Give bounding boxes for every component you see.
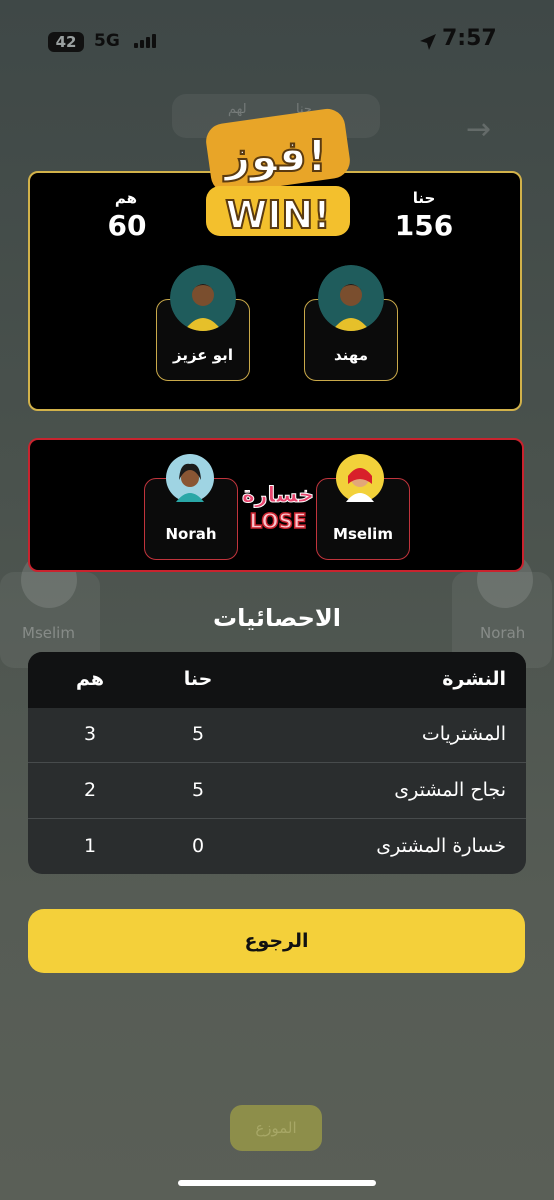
stats-title: الاحصائيات: [213, 604, 341, 632]
row-them-value: 2: [83, 779, 97, 801]
battery-indicator: 42: [48, 32, 84, 52]
player-avatar-icon: [336, 454, 384, 502]
network-label: 5G: [94, 31, 120, 51]
status-bar: 42 5G 7:57: [0, 0, 554, 80]
lose-badge-en: LOSE: [249, 509, 306, 533]
back-button[interactable]: الرجوع: [28, 909, 525, 973]
row-them-value: 1: [83, 835, 97, 857]
location-arrow-icon: [420, 34, 436, 50]
header-us: حنا: [183, 668, 213, 690]
us-label: حنا: [412, 189, 436, 207]
row-us-value: 5: [191, 723, 205, 745]
player-avatar-icon: [318, 265, 384, 331]
stats-table-header: النشرة حنا هم: [28, 652, 526, 708]
player-avatar-icon: [166, 454, 214, 502]
us-score: 156: [394, 209, 454, 242]
lose-badge-ar: خسارة: [242, 483, 314, 508]
signal-icon: [134, 34, 158, 48]
row-label: المشتريات: [421, 723, 506, 745]
row-us-value: 0: [191, 835, 205, 857]
row-them-value: 3: [83, 723, 97, 745]
header-label: النشرة: [442, 668, 506, 690]
forward-arrow-icon: →: [466, 112, 492, 147]
clock: 7:57: [442, 26, 497, 51]
them-score: 60: [107, 209, 147, 242]
win-badge-ar: فوز!: [223, 131, 327, 182]
player-name: ابو عزيز: [173, 346, 233, 364]
stats-table: النشرة حنا هم المشتريات 5 3 نجاح المشترى…: [28, 652, 526, 874]
row-label: خسارة المشترى: [376, 835, 506, 857]
header-them: هم: [75, 668, 105, 690]
them-label: هم: [114, 189, 138, 207]
row-us-value: 5: [191, 779, 205, 801]
row-divider: [28, 762, 526, 763]
player-avatar-icon: [170, 265, 236, 331]
win-badge-icon: فوز! WIN!: [206, 108, 350, 238]
row-divider: [28, 818, 526, 819]
home-indicator[interactable]: [178, 1180, 376, 1186]
player-name: Mselim: [333, 525, 393, 543]
row-label: نجاح المشترى: [394, 779, 506, 801]
distributor-button[interactable]: الموزع: [230, 1105, 322, 1151]
player-name: Norah: [165, 525, 217, 543]
win-badge-en: WIN!: [225, 193, 330, 237]
lose-badge-icon: خسارة LOSE: [241, 483, 314, 534]
player-name: مهند: [334, 346, 368, 364]
